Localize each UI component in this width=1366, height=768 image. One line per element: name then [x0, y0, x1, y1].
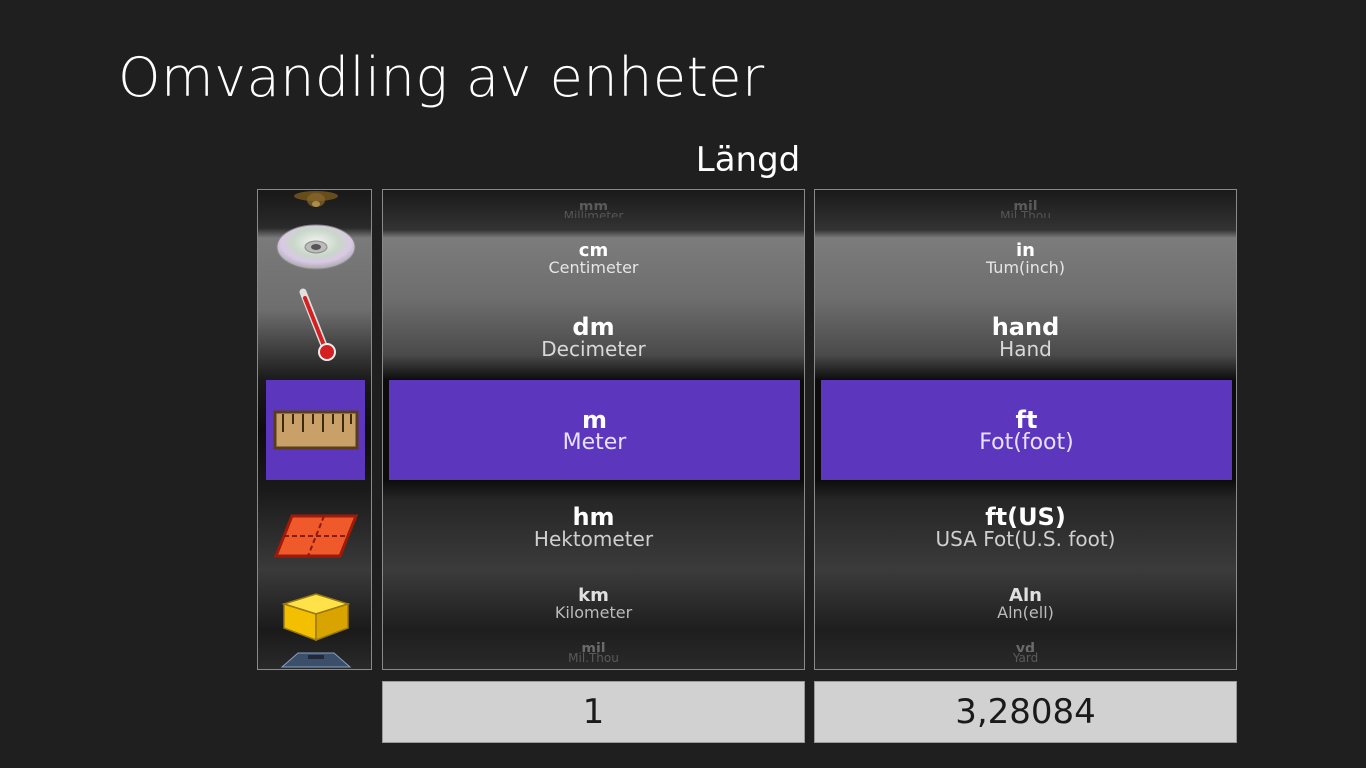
scale-icon — [280, 652, 351, 668]
to-unit-picker[interactable]: mil Mil,Thou in Tum(inch) hand Hand ft F… — [814, 189, 1237, 670]
from-unit-picker[interactable]: mm Millimeter cm Centimeter dm Decimeter… — [382, 189, 805, 670]
category-item-area[interactable] — [258, 506, 371, 566]
page-title: Omvandling av enheter — [118, 46, 765, 109]
category-picker[interactable] — [257, 189, 372, 670]
from-unit-item[interactable]: cm Centimeter — [383, 242, 804, 276]
from-unit-item[interactable]: mil Mil,Thou — [383, 642, 804, 662]
disc-icon — [276, 224, 355, 270]
category-item-weight[interactable] — [258, 650, 371, 669]
from-unit-selected[interactable]: m Meter — [389, 380, 800, 480]
from-value-input[interactable]: 1 — [382, 681, 805, 743]
thermometer-icon — [299, 288, 336, 361]
from-unit-item[interactable]: dm Decimeter — [383, 315, 804, 359]
to-value-output: 3,28084 — [814, 681, 1237, 743]
to-unit-item[interactable]: hand Hand — [815, 315, 1236, 359]
category-item-data[interactable] — [258, 218, 371, 276]
cube-icon — [280, 593, 351, 642]
area-tile-icon — [273, 514, 358, 558]
speaker-icon — [293, 191, 338, 207]
from-unit-item[interactable]: hm Hektometer — [383, 505, 804, 549]
category-title: Längd — [695, 140, 801, 180]
category-item-sound[interactable] — [258, 190, 371, 212]
from-unit-item[interactable]: mm Millimeter — [383, 200, 804, 218]
to-unit-item[interactable]: yd Yard — [815, 642, 1236, 662]
to-unit-item[interactable]: Aln Aln(ell) — [815, 587, 1236, 621]
to-unit-item[interactable]: in Tum(inch) — [815, 242, 1236, 276]
ruler-icon — [273, 410, 358, 450]
category-item-temperature[interactable] — [258, 286, 371, 366]
to-unit-selected[interactable]: ft Fot(foot) — [821, 380, 1232, 480]
to-unit-item[interactable]: ft(US) USA Fot(U.S. foot) — [815, 505, 1236, 549]
category-item-length[interactable] — [266, 380, 365, 480]
to-unit-item[interactable]: mil Mil,Thou — [815, 200, 1236, 218]
category-item-volume[interactable] — [258, 586, 371, 646]
from-unit-item[interactable]: km Kilometer — [383, 587, 804, 621]
